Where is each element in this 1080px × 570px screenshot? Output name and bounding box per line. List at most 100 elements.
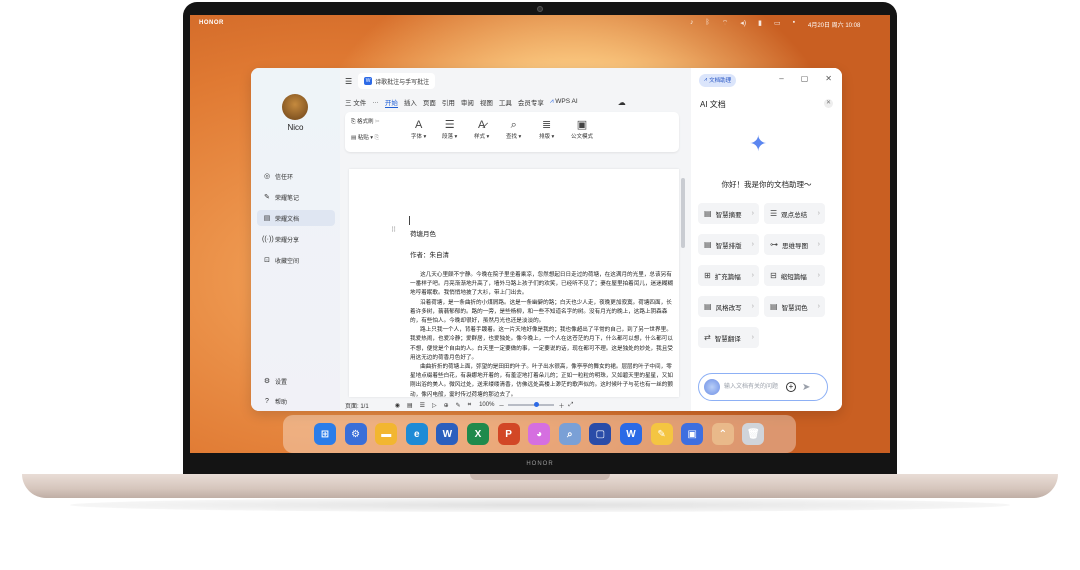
sidebar-item-label: 信任环	[275, 174, 294, 181]
menu-file[interactable]: 三 文件	[345, 97, 366, 107]
zoom-slider-knob[interactable]	[534, 402, 540, 407]
list-icon: ☰	[770, 209, 778, 218]
font-button[interactable]: A 字体 ▾	[411, 118, 426, 140]
wps-icon[interactable]: W	[620, 423, 642, 445]
zoom-level[interactable]: 100%	[479, 402, 494, 408]
tablet-icon[interactable]: ▭	[774, 19, 781, 28]
eye-icon[interactable]: ◉	[395, 402, 400, 409]
sidebar-item-documents[interactable]: ▤ 荣耀文档	[257, 210, 335, 226]
maximize-icon[interactable]: ▢	[801, 74, 809, 83]
pc-manager-icon[interactable]: ▢	[589, 423, 612, 445]
sidebar-item-label: 荣耀文档	[275, 216, 300, 223]
app-market-icon[interactable]: ▣	[681, 423, 704, 445]
excel-icon[interactable]: X	[467, 423, 489, 445]
windows-start-icon[interactable]: ⊞	[314, 423, 336, 445]
add-icon[interactable]: +	[786, 382, 796, 392]
ai-assistant-icon[interactable]: ◕	[528, 423, 551, 445]
menu-tools[interactable]: 工具	[499, 97, 512, 107]
wifi-icon[interactable]: ⌔	[722, 19, 729, 28]
zoom-in-icon[interactable]: ＋	[558, 401, 564, 410]
chevron-right-icon: ›	[751, 241, 754, 248]
clock[interactable]: 4月20日 周六 10:08	[808, 20, 860, 29]
chip-mind-map[interactable]: ⊶ 思维导图 ›	[764, 234, 825, 255]
zoom-slider[interactable]	[508, 402, 555, 407]
sidebar-item-share[interactable]: ((·)) 荣耀分享	[257, 231, 335, 247]
ai-panel-close-icon[interactable]: ✕	[824, 99, 833, 108]
official-mode-button[interactable]: ▣ 公文模式	[571, 118, 593, 140]
zoom-out-icon[interactable]: －	[498, 401, 504, 410]
format-painter-button[interactable]: ⎘ 格式刷 ✂	[351, 117, 380, 126]
settings-icon[interactable]: ⚙	[344, 423, 367, 445]
chip-expand[interactable]: ⊞ 扩充篇幅 ›	[698, 265, 759, 286]
menu-wps-ai[interactable]: ⩘ WPS AI	[550, 98, 578, 106]
menu-more[interactable]: ···	[372, 99, 379, 106]
globe-icon[interactable]: ⊕	[444, 402, 449, 409]
menu-view[interactable]: 视图	[480, 97, 493, 107]
search-icon[interactable]: ⌕	[558, 423, 581, 445]
paragraph-button[interactable]: ☰ 段落 ▾	[442, 118, 457, 140]
document-assistant-button[interactable]: ⩘ 文档助理	[699, 73, 737, 87]
chip-smart-summary[interactable]: ▤ 智慧摘要 ›	[698, 203, 759, 224]
fullscreen-icon[interactable]: ⤢	[568, 402, 573, 409]
styles-button[interactable]: A̷ 样式 ▾	[474, 118, 489, 140]
menu-insert[interactable]: 插入	[404, 97, 417, 107]
document-page[interactable]: ⠿ 荷塘月色 作者：朱自清 这几天心里颇不宁静。今晚在院子里坐着乘凉，忽然想起日…	[349, 169, 679, 397]
bluetooth-icon[interactable]: ᛒ	[706, 19, 710, 28]
collapse-sidebar-icon[interactable]: ☰	[345, 77, 352, 86]
chip-smart-layout[interactable]: ▤ 智慧排版 ›	[698, 234, 759, 255]
fit-icon[interactable]: ⌗	[468, 402, 471, 409]
menu-page[interactable]: 页面	[423, 97, 436, 107]
chip-polish[interactable]: ▤ 智慧润色 ›	[764, 296, 825, 317]
notification-icon[interactable]: ▪	[793, 19, 795, 28]
chevron-up-icon[interactable]: ⌃	[711, 423, 734, 445]
battery-icon[interactable]: ▮	[758, 19, 762, 28]
assistant-icon: ⩘	[704, 76, 708, 83]
drag-handle-icon[interactable]: ⠿	[391, 226, 396, 234]
vertical-scrollbar[interactable]	[681, 178, 685, 248]
chevron-right-icon: ›	[751, 272, 754, 279]
shorten-icon: ⊟	[770, 271, 777, 280]
volume-icon[interactable]: ◂)	[740, 19, 746, 28]
sidebar-item-help[interactable]: ? 帮助	[257, 393, 335, 409]
gear-icon: ⚙	[263, 378, 271, 385]
official-doc-icon: ▣	[576, 119, 588, 131]
sidebar-item-settings[interactable]: ⚙ 设置	[257, 373, 335, 389]
menu-home[interactable]: 开始	[384, 97, 398, 108]
menu-member[interactable]: 会员专享	[518, 97, 544, 107]
sidebar-item-favorites[interactable]: ⊡ 收藏空间	[257, 252, 335, 268]
cloud-icon[interactable]: ☁	[618, 98, 626, 107]
edge-icon[interactable]: e	[405, 423, 428, 445]
notes-icon[interactable]: ✎	[650, 423, 673, 445]
recycle-bin-icon[interactable]: 🗑	[742, 423, 765, 445]
pen-icon[interactable]: ✎	[456, 402, 461, 409]
find-button[interactable]: ⌕ 查找 ▾	[506, 118, 521, 140]
minimize-icon[interactable]: –	[779, 74, 783, 83]
chip-shorten[interactable]: ⊟ 缩短篇幅 ›	[764, 265, 825, 286]
file-explorer-icon[interactable]: ▬	[375, 423, 398, 445]
chevron-right-icon: ›	[751, 210, 754, 217]
layout-button[interactable]: ≣ 排版 ▾	[539, 118, 554, 140]
menu-review[interactable]: 审阅	[461, 97, 474, 107]
ai-input-box[interactable]: 输入文档有关的问题 + ➤	[698, 373, 828, 401]
ai-input-placeholder[interactable]: 输入文档有关的问题	[724, 384, 780, 391]
document-tab[interactable]: W 诗歌批注与手写批注	[358, 73, 436, 89]
status-bar: HONOR ♪ ᛒ ⌔ ◂) ▮ ▭ ▪ 4月20日 周六 10:08	[190, 15, 890, 31]
chip-key-points[interactable]: ☰ 观点总结 ›	[764, 203, 825, 224]
sound-icon[interactable]: ♪	[690, 19, 694, 28]
avatar[interactable]	[282, 94, 308, 120]
powerpoint-icon[interactable]: P	[497, 423, 520, 445]
chip-translate[interactable]: ⇄ 智慧翻译 ›	[698, 327, 759, 348]
menu-bar: 三 文件 ··· 开始 插入 页面 引用 审阅 视图 工具 会员专享 ⩘ WPS…	[340, 95, 691, 109]
page-view-icon[interactable]: ▤	[407, 402, 413, 409]
close-icon[interactable]: ✕	[825, 74, 832, 83]
sidebar-item-notes[interactable]: ✎ 荣耀笔记	[257, 189, 335, 205]
word-icon[interactable]: W	[436, 423, 459, 445]
sidebar-item-trust-ring[interactable]: ◎ 信任环	[257, 168, 335, 184]
menu-references[interactable]: 引用	[442, 97, 455, 107]
status-brand: HONOR	[199, 20, 224, 26]
chip-style-rewrite[interactable]: ▤ 风格改写 ›	[698, 296, 759, 317]
play-icon[interactable]: ▷	[432, 402, 437, 409]
paste-button[interactable]: ▤ 粘贴 ▾ ⎘	[351, 133, 379, 142]
outline-icon[interactable]: ☰	[420, 402, 425, 409]
send-icon[interactable]: ➤	[802, 382, 810, 393]
